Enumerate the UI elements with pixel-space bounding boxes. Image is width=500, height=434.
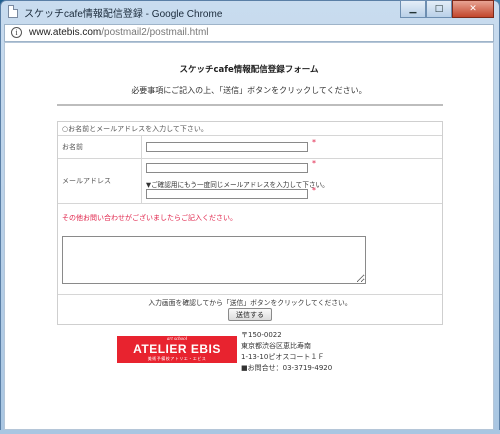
logo-subtitle: 美術予備校アトリエ・エビス: [147, 356, 207, 361]
window-bottom-border: [0, 430, 500, 434]
message-label: その他お問い合わせがございましたらご記入ください。: [62, 214, 237, 222]
form-intro: ○お名前とメールアドレスを入力して下さい。: [58, 122, 442, 136]
page-title: スケッチcafe情報配信登録フォーム: [179, 65, 319, 75]
email-label: メールアドレス: [58, 159, 142, 203]
address-line: 東京都渋谷区恵比寿南: [241, 342, 311, 350]
address-bar[interactable]: i www.atebis.com/postmail2/postmail.html: [4, 24, 494, 42]
maximize-button[interactable]: □: [426, 0, 452, 18]
required-mark: *: [312, 186, 316, 195]
email-confirm-input[interactable]: [146, 189, 308, 199]
title-bar[interactable]: スケッチcafe情報配信登録 - Google Chrome ▁ □ ✕: [0, 0, 500, 24]
window-controls: ▁ □ ✕: [400, 0, 494, 18]
logo-name: ATELIER EBIS: [133, 342, 221, 356]
email-confirm-note: ▼ご確認用にもう一度同じメールアドレスを入力して下さい。: [146, 181, 329, 189]
page-lead: 必要事項にご記入の上、「送信」ボタンをクリックしてください。: [131, 86, 367, 95]
url-text[interactable]: www.atebis.com/postmail2/postmail.html: [29, 27, 209, 38]
info-icon[interactable]: i: [11, 27, 22, 38]
message-row: その他お問い合わせがございましたらご記入ください。: [58, 204, 442, 295]
window-title: スケッチcafe情報配信登録 - Google Chrome: [24, 9, 223, 20]
submit-row: 入力画面を確認してから「送信」ボタンをクリックしてください。 送信する: [58, 295, 442, 324]
email-input[interactable]: [146, 163, 308, 173]
browser-window: スケッチcafe情報配信登録 - Google Chrome ▁ □ ✕ i w…: [0, 0, 500, 434]
message-textarea[interactable]: [62, 236, 366, 284]
submit-note: 入力画面を確認してから「送信」ボタンをクリックしてください。: [148, 299, 352, 307]
address-line: 1-13-10ピオスコート１Ｆ: [241, 353, 325, 361]
required-mark: *: [312, 138, 316, 147]
address-line: 〒150-0022: [241, 331, 282, 339]
email-row: メールアドレス * ▼ご確認用にもう一度同じメールアドレスを入力して下さい。 *: [58, 159, 442, 204]
divider: [57, 104, 443, 106]
registration-form: ○お名前とメールアドレスを入力して下さい。 お名前 * メールアドレス * ▼ご…: [57, 121, 443, 325]
minimize-button[interactable]: ▁: [400, 0, 426, 18]
close-button[interactable]: ✕: [452, 0, 494, 18]
url-path: /postmail2/postmail.html: [101, 27, 209, 38]
url-domain: www.atebis.com: [29, 27, 102, 38]
name-row: お名前 *: [58, 136, 442, 159]
page-content: スケッチcafe情報配信登録フォーム 必要事項にご記入の上、「送信」ボタンをクリ…: [4, 42, 494, 430]
atelier-ebis-logo: art school ATELIER EBIS 美術予備校アトリエ・エビス: [117, 336, 237, 363]
name-input[interactable]: [146, 142, 308, 152]
required-mark: *: [312, 159, 316, 168]
document-icon: [8, 5, 18, 18]
address-line: ■お問合せ：03-3719-4920: [241, 364, 333, 372]
name-label: お名前: [58, 136, 142, 158]
submit-button[interactable]: 送信する: [228, 308, 272, 321]
contact-address: 〒150-0022 東京都渋谷区恵比寿南 1-13-10ピオスコート１Ｆ ■お問…: [241, 330, 332, 374]
